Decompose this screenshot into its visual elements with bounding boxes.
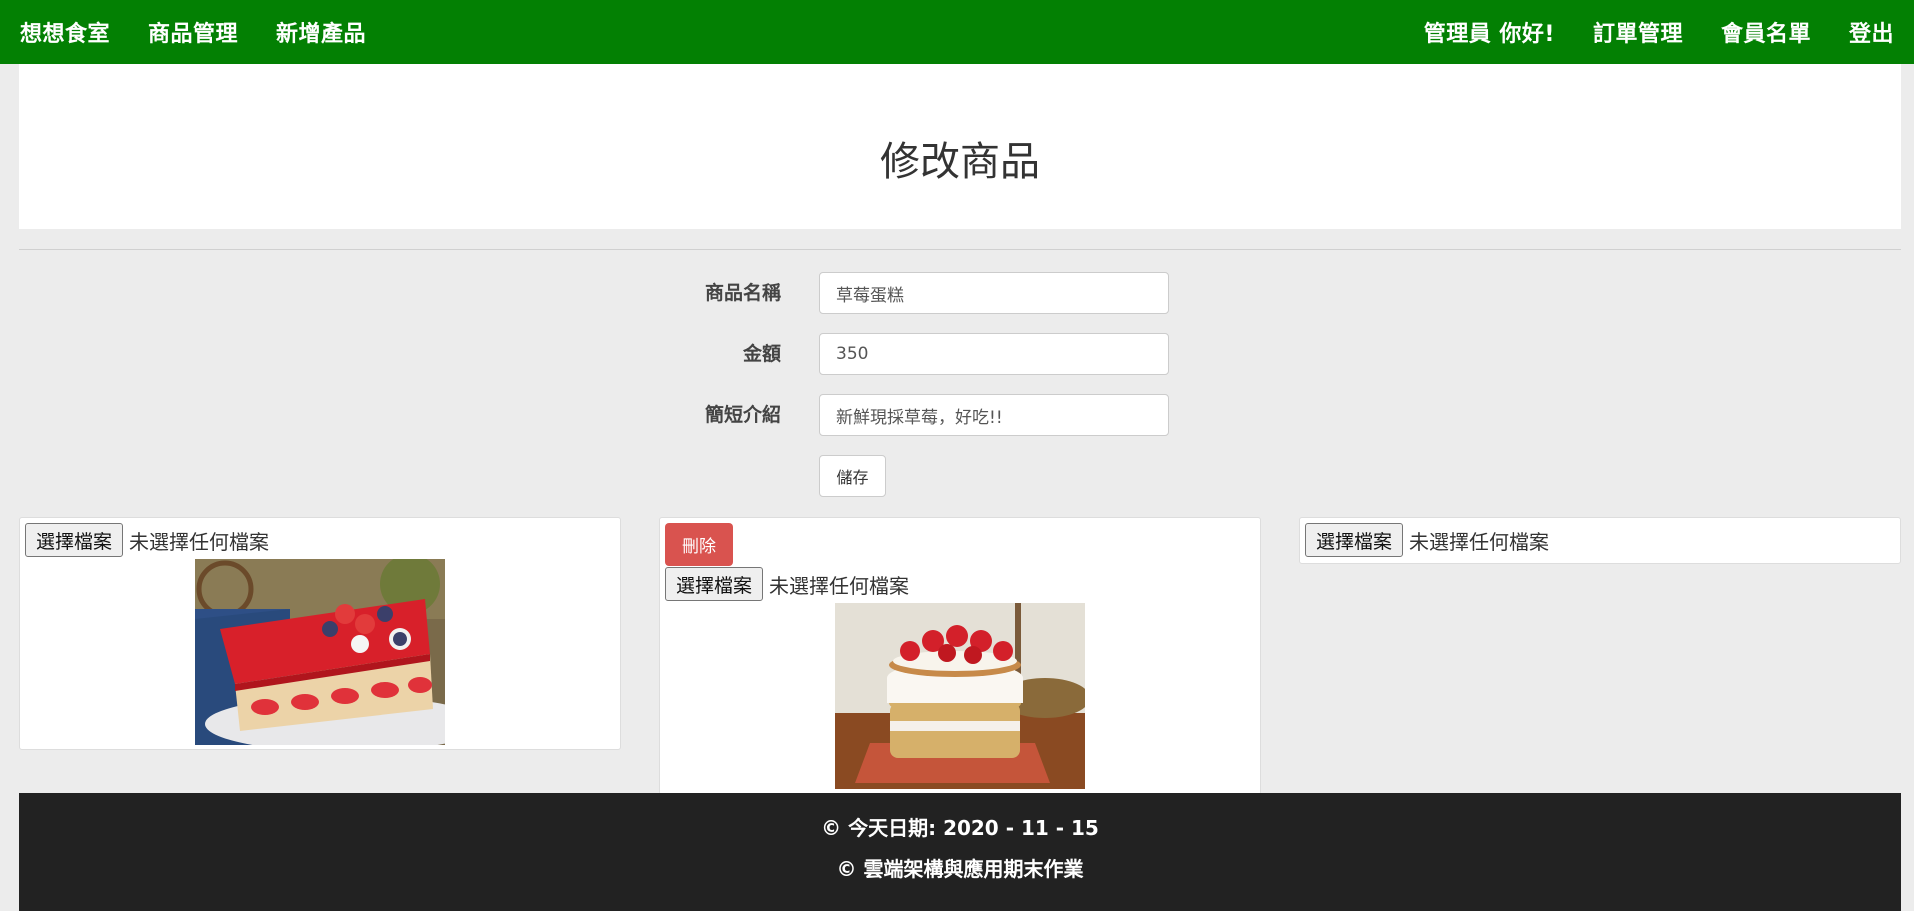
page-title: 修改商品 [880,138,1040,185]
nav-admin-greeting[interactable]: 管理員 你好! [1424,16,1555,48]
choose-file-button-1[interactable]: 選擇檔案 [25,523,124,557]
delete-image-button[interactable]: 刪除 [665,523,733,566]
price-input[interactable] [819,333,1169,375]
no-file-text-1: 未選擇任何檔案 [129,529,270,554]
form-row-name: 商品名稱 [0,271,1914,315]
footer-course: © 雲端架構與應用期末作業 [836,857,1084,881]
heading-panel: 修改商品 [19,64,1901,229]
no-file-text-3: 未選擇任何檔案 [1409,529,1550,554]
save-button[interactable]: 儲存 [819,455,886,497]
image-card-3: 選擇檔案 未選擇任何檔案 [1299,517,1901,564]
nav-logout[interactable]: 登出 [1849,16,1894,48]
cake-photo-whole [835,603,1085,789]
divider [19,249,1901,250]
no-file-text-2: 未選擇任何檔案 [769,573,910,598]
navbar-left: 想想食室 商品管理 新增產品 [20,16,404,48]
choose-file-button-3[interactable]: 選擇檔案 [1305,523,1404,557]
choose-file-button-2[interactable]: 選擇檔案 [665,567,764,601]
image-card-2: 刪除 選擇檔案 未選擇任何檔案 [659,517,1261,795]
description-label: 簡短介紹 [704,404,781,426]
image-card-1: 選擇檔案 未選擇任何檔案 [19,517,621,750]
file-picker-2: 選擇檔案 未選擇任何檔案 [665,567,1255,601]
file-picker-1: 選擇檔案 未選擇任何檔案 [25,523,615,557]
nav-member-list[interactable]: 會員名單 [1721,16,1811,48]
nav-product-management[interactable]: 商品管理 [148,16,238,48]
nav-add-product[interactable]: 新增產品 [276,16,366,48]
price-label: 金額 [742,343,781,365]
top-navbar: 想想食室 商品管理 新增產品 管理員 你好! 訂單管理 會員名單 登出 [0,0,1914,64]
footer-date: © 今天日期: 2020 - 11 - 15 [821,816,1099,840]
brand-link[interactable]: 想想食室 [20,16,110,48]
nav-order-management[interactable]: 訂單管理 [1593,16,1683,48]
cake-photo-slice [195,559,445,745]
description-input[interactable] [819,394,1169,436]
form-row-description: 簡短介紹 [0,393,1914,437]
footer: © 今天日期: 2020 - 11 - 15 © 雲端架構與應用期末作業 [19,793,1901,911]
navbar-right: 管理員 你好! 訂單管理 會員名單 登出 [1386,16,1894,48]
file-picker-3: 選擇檔案 未選擇任何檔案 [1305,523,1895,557]
product-name-label: 商品名稱 [704,282,781,304]
form-row-price: 金額 [0,332,1914,376]
product-name-input[interactable] [819,272,1169,314]
